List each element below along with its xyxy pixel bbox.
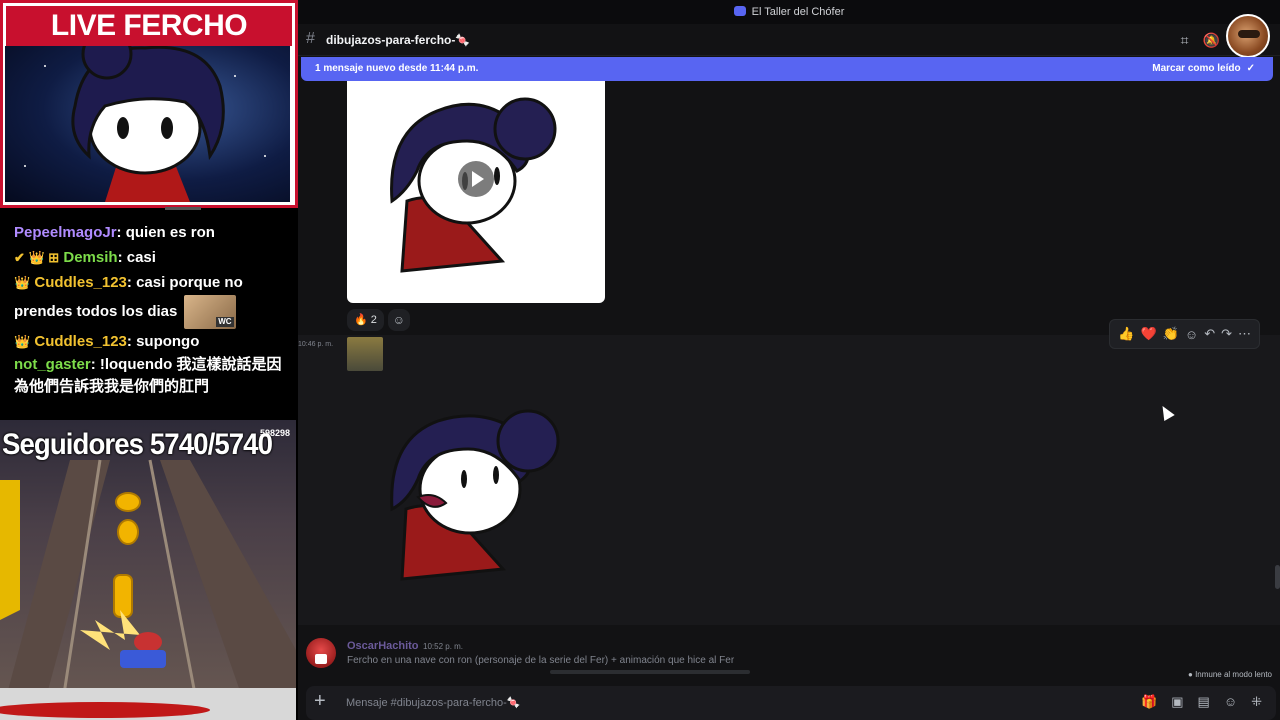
crown-icon: 👑 xyxy=(14,275,31,290)
candy-emoji: 🍬 xyxy=(455,33,471,47)
more-icon[interactable]: ⋯ xyxy=(1238,326,1251,342)
chat-line: 👑 Cuddles_123: supongo xyxy=(14,329,284,354)
channel-name-text: dibujazos-para-fercho- xyxy=(326,33,456,47)
clap-icon[interactable]: 👏 xyxy=(1163,326,1179,342)
forward-icon[interactable]: ↷ xyxy=(1221,326,1232,342)
chat-username: Demsih xyxy=(63,249,118,266)
webcam-avatar-art xyxy=(5,46,290,202)
chat-line: not_gaster: !loquendo 我這樣說話是因為他們告訴我我是你們的… xyxy=(14,354,284,398)
composer-icons: 🎁 ▣ ▤ ☺ ⁜ xyxy=(1141,694,1262,710)
attachment-thumbnail[interactable] xyxy=(347,337,383,371)
mark-read-button[interactable]: Marcar como leído ✓ xyxy=(1152,57,1255,81)
mute-icon[interactable]: 🔕 xyxy=(1203,32,1220,49)
chat-username: PepeelmagoJr xyxy=(14,224,117,241)
slowmode-text: Inmune al modo lento xyxy=(1195,670,1272,679)
fire-emoji: 🔥 xyxy=(354,314,368,326)
video-attachment[interactable] xyxy=(347,81,605,303)
crown-icon: 👑 xyxy=(14,334,31,349)
apps-icon[interactable]: ⁜ xyxy=(1251,694,1262,710)
message-timestamp: 10:46 p. m. xyxy=(298,341,334,348)
message-toolbar: 👍 ❤️ 👏 ☺ ↶ ↷ ⋯ xyxy=(1109,319,1260,349)
chat-line: ✔ 👑 ⊞ Demsih: casi xyxy=(14,245,284,270)
new-messages-text: 1 mensaje nuevo desde 11:44 p.m. xyxy=(315,63,479,74)
message-composer[interactable]: + Mensaje #dibujazos-para-fercho-🍬 🎁 ▣ ▤… xyxy=(306,686,1276,720)
window-titlebar: El Taller del Chófer xyxy=(298,0,1280,24)
message-list: 🔥 2 ☺ 👍 ❤️ 👏 ☺ ↶ ↷ ⋯ 10:46 p. m. xyxy=(298,81,1280,626)
message-time: 10:52 p. m. xyxy=(423,642,464,651)
fire-reaction[interactable]: 🔥 2 xyxy=(347,309,384,331)
message-input-placeholder[interactable]: Mensaje #dibujazos-para-fercho-🍬 xyxy=(346,696,521,709)
webcam-title: LIVE FERCHO REACTION xyxy=(6,6,292,82)
drawing-attachment[interactable] xyxy=(388,409,568,589)
slowmode-notice: ● Inmune al modo lento xyxy=(1188,670,1272,679)
discord-window: El Taller del Chófer # dibujazos-para-fe… xyxy=(298,0,1280,720)
channel-header: # dibujazos-para-fercho-🍬 ⌗ 🔕 xyxy=(298,24,1280,56)
sticker-icon[interactable]: ▤ xyxy=(1198,694,1210,710)
threads-icon[interactable]: ⌗ xyxy=(1181,32,1189,49)
gameplay-video: Seguidores 5740/5740 598298 xyxy=(0,420,296,720)
chat-line: 👑 Cuddles_123: casi porque no prendes to… xyxy=(14,270,284,329)
discord-icon xyxy=(733,6,746,16)
server-title: El Taller del Chófer xyxy=(751,6,845,18)
chat-line: PepeelmagoJr: quien es ron xyxy=(14,220,284,245)
cat-emote: WC xyxy=(183,295,236,329)
author-avatar[interactable] xyxy=(306,638,336,668)
streamer-avatar xyxy=(1226,14,1270,58)
chat-message: : casi xyxy=(117,249,156,266)
header-icons: ⌗ 🔕 xyxy=(1181,32,1220,49)
mark-read-label: Marcar como leído xyxy=(1152,63,1241,74)
message-text: Fercho en una nave con ron (personaje de… xyxy=(347,655,735,666)
heart-icon[interactable]: ❤️ xyxy=(1141,326,1157,342)
stream-chat: PepeelmagoJr: quien es ron ✔ 👑 ⊞ Demsih:… xyxy=(0,210,298,420)
reply-icon[interactable]: ↶ xyxy=(1204,326,1215,342)
emote-label: WC xyxy=(216,317,234,327)
hash-icon: # xyxy=(306,30,315,47)
hovered-message: 👍 ❤️ 👏 ☺ ↶ ↷ ⋯ 10:46 p. m. xyxy=(298,319,1280,625)
scrollbar-thumb[interactable] xyxy=(1275,565,1280,589)
add-reaction-icon[interactable]: ☺ xyxy=(1185,327,1198,342)
gif-icon[interactable]: ▣ xyxy=(1171,694,1183,710)
emoji-icon[interactable]: ☺ xyxy=(1224,694,1237,710)
reactions: 🔥 2 ☺ xyxy=(347,309,410,331)
reaction-count: 2 xyxy=(370,314,377,326)
thumbs-up-icon[interactable]: 👍 xyxy=(1118,326,1134,342)
add-reaction-icon[interactable]: ☺ xyxy=(387,309,410,331)
screen: LIVE FERCHO REACTION PepeelmagoJr: quien… xyxy=(0,0,1280,720)
horizontal-scrollbar[interactable] xyxy=(550,670,750,674)
message-oscarhachito: OscarHachito 10:52 p. m. Fercho en una n… xyxy=(298,630,1280,678)
play-button[interactable] xyxy=(458,161,494,197)
followers-goal: Seguidores 5740/5740 xyxy=(2,428,273,461)
new-messages-bar[interactable]: 1 mensaje nuevo desde 11:44 p.m. Marcar … xyxy=(301,57,1273,81)
channel-name[interactable]: dibujazos-para-fercho-🍬 xyxy=(326,33,470,47)
author-name[interactable]: OscarHachito xyxy=(347,640,419,652)
plus-icon[interactable]: + xyxy=(314,690,326,713)
game-score: 598298 xyxy=(259,428,290,438)
badge-icon: ✔ 👑 ⊞ xyxy=(14,250,60,265)
chat-message: : supongo xyxy=(126,333,200,350)
chat-username: not_gaster xyxy=(14,356,91,373)
stream-overlay: LIVE FERCHO REACTION PepeelmagoJr: quien… xyxy=(0,0,298,720)
chat-username: Cuddles_123 xyxy=(34,274,127,291)
chat-message: : quien es ron xyxy=(116,224,215,241)
chat-username: Cuddles_123 xyxy=(34,333,127,350)
gift-icon[interactable]: 🎁 xyxy=(1141,694,1157,710)
mark-read-icon: ✓ xyxy=(1246,63,1255,74)
